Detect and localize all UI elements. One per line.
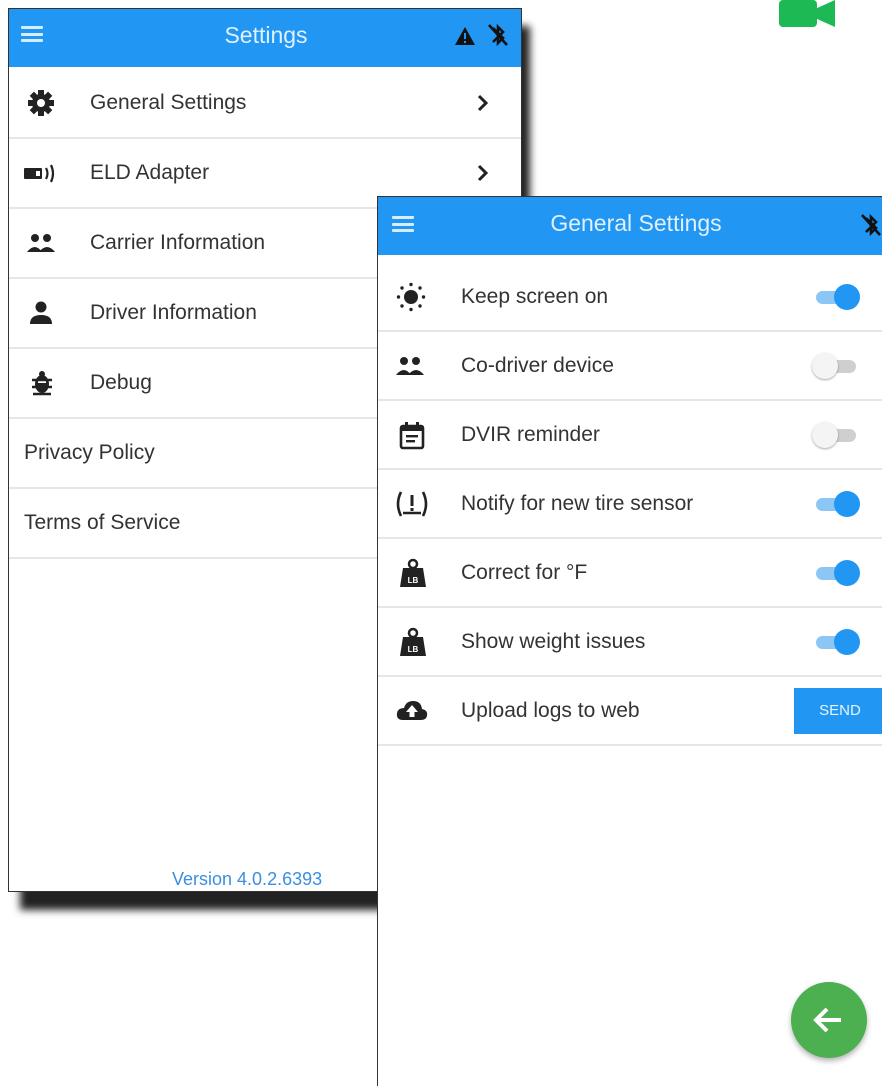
chevron-right-icon [473, 93, 493, 113]
send-logs-button[interactable]: SEND [794, 688, 882, 734]
gear-icon [26, 88, 56, 118]
setting-label: Upload logs to web [461, 699, 640, 722]
back-fab-button[interactable] [791, 982, 867, 1058]
settings-item-label: ELD Adapter [90, 161, 210, 184]
setting-keep-screen-on[interactable]: Keep screen on [378, 263, 882, 332]
svg-text:LB: LB [408, 576, 419, 585]
setting-dvir-reminder[interactable]: DVIR reminder [378, 401, 882, 470]
brightness-icon [396, 282, 426, 312]
settings-item-label: Terms of Service [24, 511, 181, 534]
group-icon [25, 228, 55, 258]
arrow-left-icon [813, 1007, 841, 1033]
group-icon [394, 351, 424, 381]
settings-item-label: Debug [90, 371, 152, 394]
weight-icon: LB [398, 558, 428, 588]
bluetooth-disabled-icon[interactable] [487, 22, 509, 48]
show-weight-issues-toggle[interactable] [814, 629, 860, 655]
setting-co-driver-device[interactable]: Co-driver device [378, 332, 882, 401]
warning-icon[interactable] [455, 27, 475, 45]
setting-label: DVIR reminder [461, 423, 600, 446]
page-title: General Settings [550, 210, 722, 236]
co-driver-device-toggle[interactable] [812, 353, 858, 379]
setting-label: Co-driver device [461, 354, 614, 377]
tire-sensor-toggle[interactable] [814, 491, 860, 517]
keep-screen-on-toggle[interactable] [814, 284, 860, 310]
svg-text:LB: LB [408, 645, 419, 654]
settings-item-label: Driver Information [90, 301, 257, 324]
dvir-reminder-toggle[interactable] [812, 422, 858, 448]
settings-item-label: Carrier Information [90, 231, 266, 254]
weight-icon: LB [398, 627, 428, 657]
settings-item-label: Privacy Policy [24, 441, 155, 464]
chevron-right-icon [473, 163, 493, 183]
setting-label: Keep screen on [461, 285, 609, 308]
settings-app-bar: Settings [9, 9, 521, 67]
bluetooth-disabled-icon[interactable] [860, 212, 882, 238]
calendar-icon [398, 420, 428, 450]
bug-icon [28, 368, 58, 398]
person-icon [27, 298, 57, 328]
setting-correct-fahrenheit[interactable]: LB Correct for °F [378, 539, 882, 608]
setting-label: Notify for new tire sensor [461, 492, 694, 515]
setting-tire-sensor[interactable]: Notify for new tire sensor [378, 470, 882, 539]
settings-item-label: General Settings [90, 91, 247, 114]
setting-show-weight-issues[interactable]: LB Show weight issues [378, 608, 882, 677]
correct-fahrenheit-toggle[interactable] [814, 560, 860, 586]
setting-label: Show weight issues [461, 630, 646, 653]
setting-label: Correct for °F [461, 561, 588, 584]
video-camera-icon [779, 0, 835, 28]
cloud-upload-icon [395, 696, 429, 726]
general-settings-panel: General Settings Keep screen on Co-drive… [377, 196, 882, 1086]
version-label: Version 4.0.2.6393 [172, 869, 323, 889]
page-title: Settings [224, 22, 308, 48]
setting-upload-logs[interactable]: Upload logs to web SEND [378, 677, 882, 746]
tire-alert-icon [394, 489, 430, 519]
settings-item-general[interactable]: General Settings [9, 69, 521, 139]
adapter-icon [23, 158, 59, 188]
general-settings-app-bar: General Settings [378, 197, 882, 255]
